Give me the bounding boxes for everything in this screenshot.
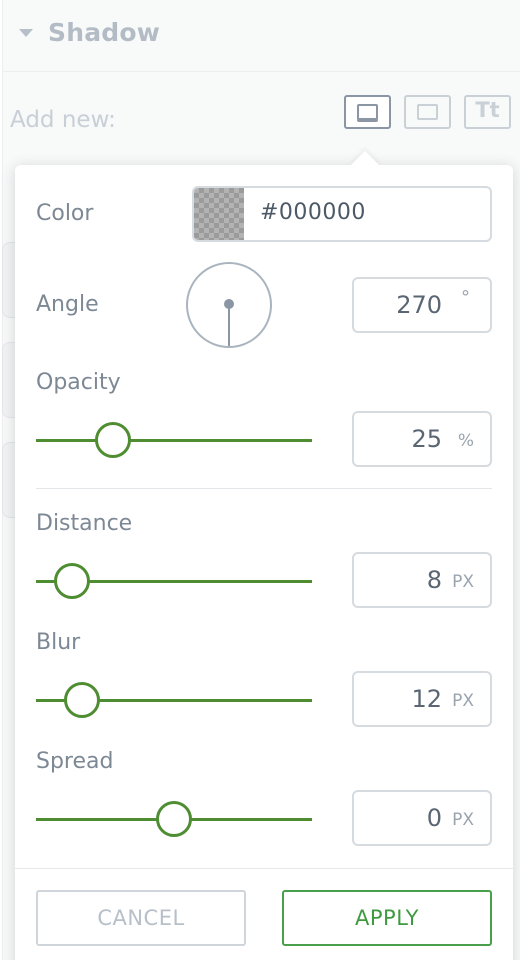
add-text-shadow-button[interactable]: Tt xyxy=(464,95,511,129)
angle-label: Angle xyxy=(36,292,99,317)
blur-value[interactable]: 12 xyxy=(411,685,442,713)
color-input[interactable]: #000000 xyxy=(192,186,492,242)
opacity-value[interactable]: 25 xyxy=(411,425,442,453)
angle-dial[interactable] xyxy=(186,262,272,348)
color-value[interactable]: #000000 xyxy=(260,200,366,225)
blur-unit: PX xyxy=(452,691,474,711)
shadow-list-item xyxy=(2,242,16,318)
shadow-list-item xyxy=(2,442,16,518)
distance-unit: PX xyxy=(452,572,474,592)
distance-value[interactable]: 8 xyxy=(427,566,442,594)
shadow-section-header[interactable]: Shadow xyxy=(2,0,520,72)
section-title: Shadow xyxy=(48,18,161,47)
degree-unit: ° xyxy=(461,287,470,308)
opacity-input[interactable]: 25 % xyxy=(352,411,492,467)
angle-value[interactable]: 270 xyxy=(396,291,442,319)
distance-slider-thumb[interactable] xyxy=(54,563,90,599)
blur-input[interactable]: 12 PX xyxy=(352,671,492,727)
blur-label: Blur xyxy=(36,630,81,655)
add-inner-shadow-button[interactable] xyxy=(404,95,451,129)
caret-down-icon[interactable] xyxy=(19,29,33,37)
angle-input[interactable]: 270 ° xyxy=(352,277,492,333)
cancel-button[interactable]: CANCEL xyxy=(36,890,246,946)
color-label: Color xyxy=(36,201,94,226)
spread-label: Spread xyxy=(36,749,114,774)
apply-button[interactable]: APPLY xyxy=(282,890,492,946)
blur-slider-thumb[interactable] xyxy=(64,682,100,718)
inner-shadow-box-icon xyxy=(417,104,438,120)
spread-value[interactable]: 0 xyxy=(427,804,442,832)
text-shadow-icon: Tt xyxy=(475,98,500,122)
add-drop-shadow-button[interactable] xyxy=(344,95,391,129)
section-divider xyxy=(36,488,492,489)
shadow-list-item xyxy=(2,342,16,418)
distance-input[interactable]: 8 PX xyxy=(352,552,492,608)
add-new-label: Add new: xyxy=(10,107,116,133)
opacity-unit: % xyxy=(457,431,474,451)
angle-dial-pointer[interactable] xyxy=(228,304,230,346)
spread-input[interactable]: 0 PX xyxy=(352,790,492,846)
opacity-slider-thumb[interactable] xyxy=(95,422,131,458)
opacity-slider-track[interactable] xyxy=(36,439,312,442)
spread-unit: PX xyxy=(452,810,474,830)
drop-shadow-box-icon xyxy=(357,104,378,120)
color-swatch[interactable] xyxy=(194,188,244,240)
spread-slider-thumb[interactable] xyxy=(156,801,192,837)
opacity-label: Opacity xyxy=(36,370,121,395)
distance-label: Distance xyxy=(36,511,133,536)
